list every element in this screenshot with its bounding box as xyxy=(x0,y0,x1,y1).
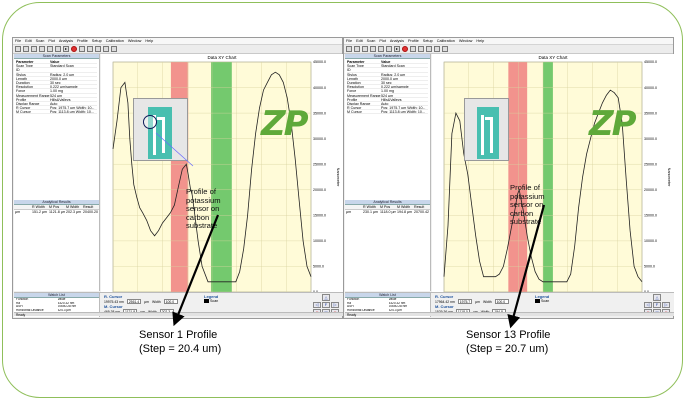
arrow-to-caption-right xyxy=(507,204,546,329)
caption-sensor-1-step: (Step = 20.4 um) xyxy=(139,343,222,355)
caption-sensor-1-title: Sensor 1 Profile xyxy=(139,329,218,341)
arrow-to-caption-left xyxy=(172,214,220,327)
caption-sensor-13-title: Sensor 13 Profile xyxy=(466,329,551,341)
pointer-arrows xyxy=(172,204,546,329)
caption-sensor-13: Sensor 13 Profile (Step = 20.7 um) xyxy=(466,328,550,356)
caption-sensor-1: Sensor 1 Profile (Step = 20.4 um) xyxy=(139,328,221,356)
caption-sensor-13-step: (Step = 20.7 um) xyxy=(466,343,549,355)
